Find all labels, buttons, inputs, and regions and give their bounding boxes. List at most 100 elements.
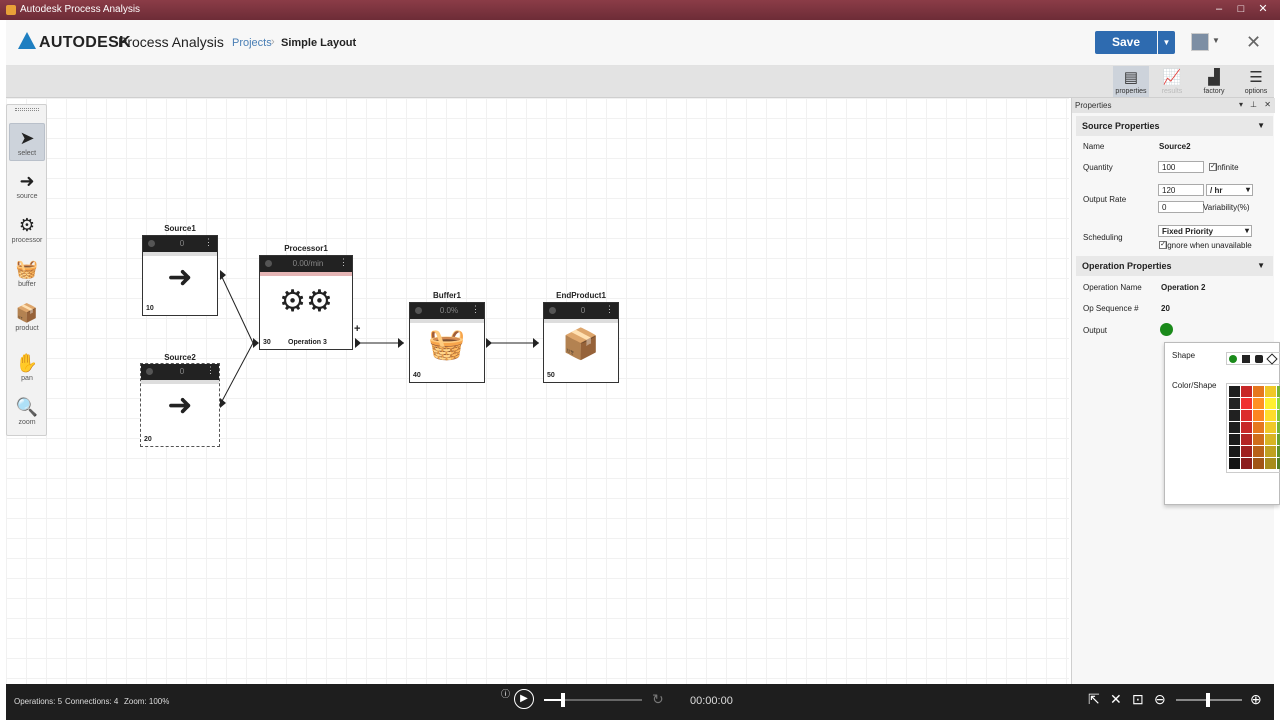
product-tool[interactable]: 📦 product — [9, 299, 45, 337]
color-swatch[interactable] — [1253, 458, 1264, 469]
connection-source2-processor[interactable] — [220, 342, 254, 404]
op-sequence-value[interactable]: 20 — [1161, 304, 1170, 313]
node-menu-icon[interactable]: ⋮ — [339, 257, 348, 268]
drag-handle-icon[interactable] — [15, 108, 39, 111]
color-swatch[interactable] — [1265, 458, 1276, 469]
color-swatch[interactable] — [1229, 446, 1240, 457]
options-button[interactable]: ☰ options — [1238, 66, 1274, 97]
color-swatch[interactable] — [1229, 410, 1240, 421]
select-tool[interactable]: ➤ select — [9, 123, 45, 161]
operation-properties-header[interactable]: Operation Properties ▼ — [1076, 256, 1273, 276]
delete-icon[interactable]: ✕ — [1110, 691, 1122, 708]
name-label: Name — [1083, 142, 1105, 151]
rounded-square-shape-icon[interactable] — [1255, 355, 1263, 363]
node-menu-icon[interactable]: ⋮ — [206, 365, 215, 376]
node-menu-icon[interactable]: ⋮ — [204, 237, 213, 248]
color-swatch[interactable] — [1241, 446, 1252, 457]
add-connection-icon[interactable]: + — [354, 323, 360, 335]
quantity-stepper[interactable]: 100 — [1158, 161, 1204, 173]
color-swatch[interactable] — [1253, 398, 1264, 409]
color-swatch[interactable] — [1265, 386, 1276, 397]
timeline-slider[interactable] — [544, 693, 642, 707]
properties-button[interactable]: ▤ properties — [1113, 66, 1149, 97]
output-color-swatch[interactable] — [1160, 323, 1173, 336]
color-swatch[interactable] — [1265, 398, 1276, 409]
source-tool[interactable]: ➜ source — [9, 167, 45, 205]
processor-node[interactable]: 0.00/min ⋮ ⚙⚙ 30 Operation 3 — [259, 255, 353, 350]
pin-icon[interactable]: ⊥ — [1250, 100, 1257, 109]
color-swatch[interactable] — [1241, 410, 1252, 421]
color-swatch[interactable] — [1229, 434, 1240, 445]
window-titlebar: Autodesk Process Analysis – □ ✕ — [0, 0, 1280, 20]
minimize-icon[interactable]: – — [1212, 3, 1226, 17]
color-swatch[interactable] — [1241, 422, 1252, 433]
color-swatch[interactable] — [1229, 422, 1240, 433]
rate-unit-select[interactable]: / hr — [1206, 184, 1253, 196]
layout-canvas[interactable]: + Source1 0 ⋮ ➜ 10 Source2 0 ⋮ ➜ 20 Proces… — [6, 98, 1069, 684]
slider-handle[interactable] — [561, 693, 565, 707]
hand-icon: ✋ — [15, 353, 39, 373]
color-swatch[interactable] — [1265, 434, 1276, 445]
output-rate-stepper[interactable]: 120 — [1158, 184, 1204, 196]
avatar-dropdown-icon[interactable]: ▼ — [1212, 36, 1220, 45]
color-swatch[interactable] — [1241, 398, 1252, 409]
color-swatch[interactable] — [1229, 386, 1240, 397]
breadcrumb-projects-link[interactable]: Projects — [232, 37, 272, 49]
panel-close-icon[interactable]: ✕ — [1264, 100, 1271, 109]
color-swatch[interactable] — [1253, 434, 1264, 445]
zoom-slider-handle[interactable] — [1206, 693, 1210, 707]
zoom-out-icon[interactable]: ⊖ — [1154, 691, 1166, 708]
color-swatch[interactable] — [1253, 386, 1264, 397]
color-swatch[interactable] — [1241, 434, 1252, 445]
close-project-icon[interactable]: ✕ — [1246, 32, 1261, 53]
export-icon[interactable]: ⇱ — [1088, 691, 1100, 708]
buffer-tool[interactable]: 🧺 buffer — [9, 255, 45, 293]
connection-source1-processor[interactable] — [220, 274, 254, 344]
source-node-selected[interactable]: 0 ⋮ ➜ 20 — [140, 363, 220, 447]
save-dropdown-icon[interactable]: ▼ — [1158, 31, 1175, 54]
maximize-icon[interactable]: □ — [1234, 3, 1248, 17]
scheduling-label: Scheduling — [1083, 233, 1123, 242]
source-node[interactable]: 0 ⋮ ➜ 10 — [142, 235, 218, 316]
color-swatch[interactable] — [1265, 410, 1276, 421]
color-swatch[interactable] — [1265, 422, 1276, 433]
scheduling-select[interactable]: Fixed Priority — [1158, 225, 1252, 237]
results-button[interactable]: 📈 results — [1154, 66, 1190, 97]
variability-stepper[interactable]: 0 — [1158, 201, 1204, 213]
color-swatch[interactable] — [1253, 446, 1264, 457]
color-swatch[interactable] — [1265, 446, 1276, 457]
quantity-label: Quantity — [1083, 163, 1113, 172]
play-icon[interactable]: ▶ — [514, 689, 534, 709]
diamond-shape-icon[interactable] — [1266, 353, 1278, 365]
zoom-in-icon[interactable]: ⊕ — [1250, 691, 1262, 708]
buffer-node[interactable]: 0.0% ⋮ 🧺 40 — [409, 302, 485, 383]
factory-button[interactable]: ▟ factory — [1196, 66, 1232, 97]
color-swatch[interactable] — [1229, 398, 1240, 409]
node-menu-icon[interactable]: ⋮ — [605, 304, 614, 315]
color-swatch[interactable] — [1241, 386, 1252, 397]
zoom-slider[interactable] — [1176, 693, 1242, 707]
zoom-tool[interactable]: 🔍 zoom — [9, 393, 45, 431]
color-swatch[interactable] — [1253, 410, 1264, 421]
save-button[interactable]: Save — [1095, 31, 1157, 54]
circle-shape-icon[interactable] — [1229, 355, 1237, 363]
square-shape-icon[interactable] — [1242, 355, 1250, 363]
window-close-icon[interactable]: ✕ — [1256, 3, 1270, 17]
processor-tool[interactable]: ⚙ processor — [9, 211, 45, 249]
product-node[interactable]: 0 ⋮ 📦 50 — [543, 302, 619, 383]
operation-name-value[interactable]: Operation 2 — [1161, 283, 1205, 292]
panel-dropdown-icon[interactable]: ▾ — [1239, 100, 1243, 109]
source-properties-header[interactable]: Source Properties ▼ — [1076, 116, 1273, 136]
fit-view-icon[interactable]: ⊡ — [1132, 691, 1144, 708]
color-palette[interactable] — [1226, 383, 1280, 473]
connections-count: Connections: 4 — [65, 697, 119, 706]
reset-icon[interactable]: ↻ — [652, 691, 664, 708]
node-menu-icon[interactable]: ⋮ — [471, 304, 480, 315]
color-swatch[interactable] — [1241, 458, 1252, 469]
color-swatch[interactable] — [1229, 458, 1240, 469]
avatar[interactable] — [1191, 33, 1209, 51]
info-icon[interactable]: ⓘ — [501, 687, 510, 700]
pan-tool[interactable]: ✋ pan — [9, 349, 45, 387]
name-value[interactable]: Source2 — [1159, 142, 1191, 151]
color-swatch[interactable] — [1253, 422, 1264, 433]
